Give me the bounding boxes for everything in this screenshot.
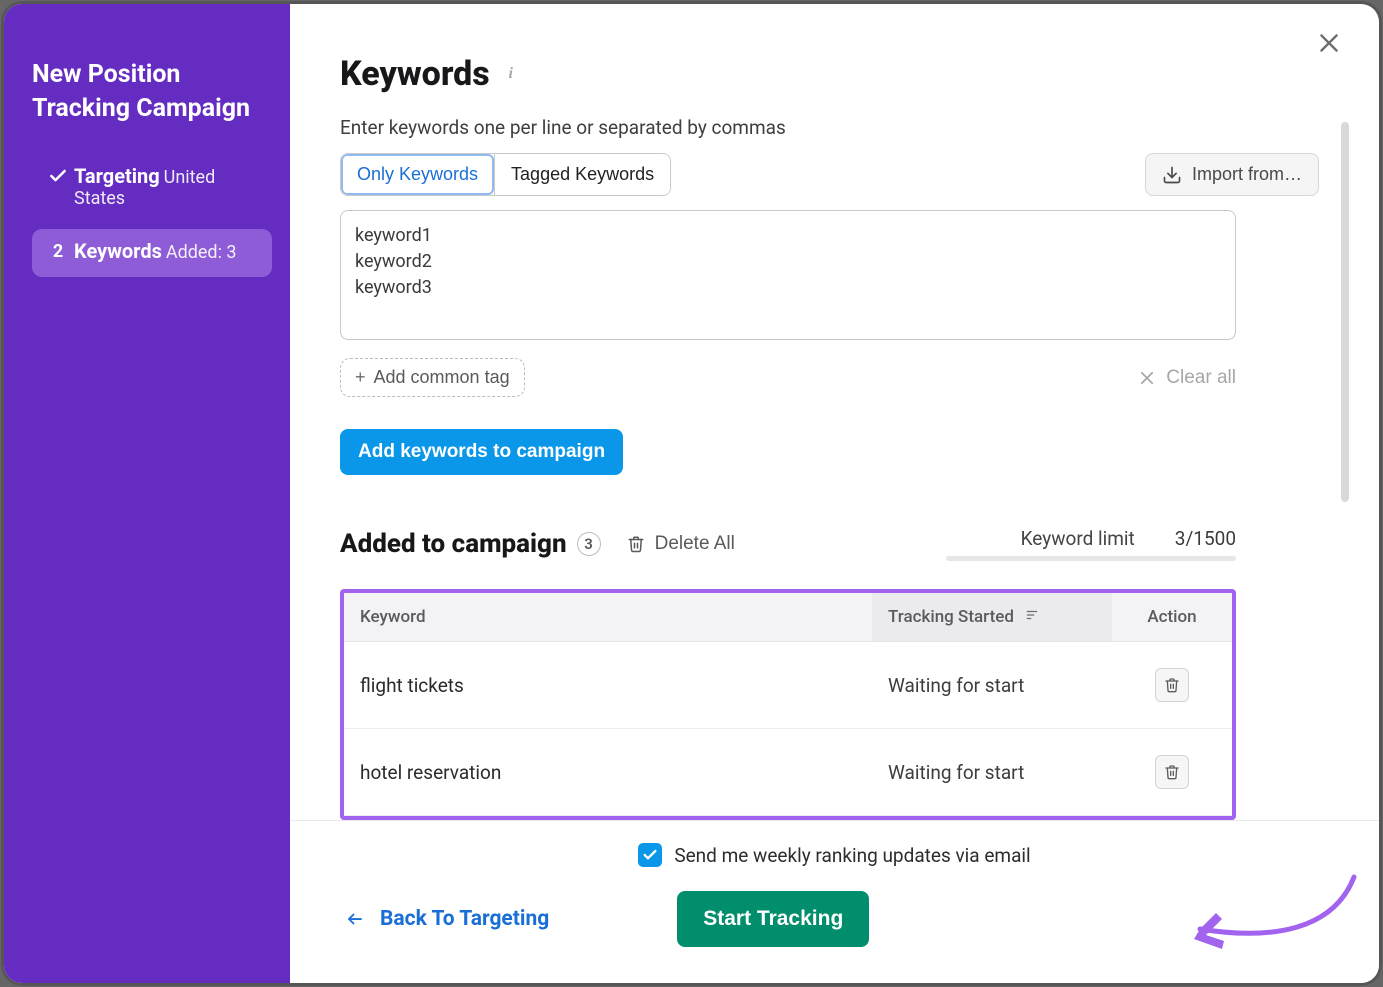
sort-desc-icon [1024, 607, 1040, 627]
delete-all-label: Delete All [655, 533, 735, 555]
col-keyword[interactable]: Keyword [344, 593, 872, 642]
row-delete-button[interactable] [1155, 755, 1189, 789]
page-title-text: Keywords [340, 54, 490, 94]
trash-icon [1164, 763, 1180, 781]
page-title: Keywords i [340, 54, 1319, 94]
trash-icon [627, 534, 645, 554]
download-icon [1162, 165, 1182, 185]
step-keywords[interactable]: 2 Keywords Added: 3 [32, 229, 272, 277]
keywords-textarea[interactable] [340, 210, 1236, 340]
close-icon [1138, 369, 1156, 387]
table-row: flight ticketsWaiting for start [344, 642, 1232, 729]
add-keywords-button[interactable]: Add keywords to campaign [340, 429, 623, 475]
info-icon[interactable]: i [502, 65, 520, 83]
cell-keyword: flight tickets [344, 642, 872, 729]
cell-keyword: hotel reservation [344, 729, 872, 816]
plus-icon: + [355, 367, 366, 388]
add-tag-label: Add common tag [374, 367, 510, 388]
keyword-mode-toggle: Only Keywords Tagged Keywords [340, 153, 671, 196]
helper-text: Enter keywords one per line or separated… [340, 116, 1319, 139]
added-title: Added to campaign 3 [340, 529, 601, 559]
back-to-targeting-link[interactable]: Back To Targeting [344, 907, 549, 931]
tab-only-keywords[interactable]: Only Keywords [341, 154, 494, 195]
check-icon [42, 164, 74, 186]
main-panel: Keywords i Enter keywords one per line o… [290, 4, 1379, 983]
delete-all-button[interactable]: Delete All [627, 533, 735, 555]
col-action: Action [1112, 593, 1232, 642]
check-icon [642, 847, 658, 863]
modal: New Position Tracking Campaign Targeting… [4, 4, 1379, 983]
import-button[interactable]: Import from… [1145, 153, 1319, 196]
back-label: Back To Targeting [380, 907, 549, 931]
sidebar-title: New Position Tracking Campaign [32, 58, 272, 126]
start-tracking-button[interactable]: Start Tracking [677, 891, 869, 947]
step-targeting[interactable]: Targeting United States [32, 154, 272, 223]
step-number: 2 [42, 239, 74, 262]
row-delete-button[interactable] [1155, 668, 1189, 702]
cell-tracking: Waiting for start [872, 729, 1112, 816]
col-tracking[interactable]: Tracking Started [872, 593, 1112, 642]
keyword-limit-label: Keyword limit [1021, 527, 1135, 550]
add-tag-button[interactable]: + Add common tag [340, 358, 525, 397]
weekly-checkbox[interactable] [638, 843, 662, 867]
trash-icon [1164, 676, 1180, 694]
step-label: Keywords [74, 239, 162, 263]
clear-all-label: Clear all [1166, 367, 1236, 389]
import-label: Import from… [1192, 164, 1302, 185]
wizard-sidebar: New Position Tracking Campaign Targeting… [4, 4, 290, 983]
clear-all-button[interactable]: Clear all [1138, 367, 1236, 389]
arrow-left-icon [344, 910, 366, 928]
keywords-table-highlight: Keyword Tracking Started Action flight t… [340, 589, 1236, 820]
table-row: hotel reservationWaiting for start [344, 729, 1232, 816]
keyword-limit: Keyword limit 3/1500 [946, 527, 1236, 561]
step-sub: Added: 3 [166, 242, 237, 263]
cell-tracking: Waiting for start [872, 642, 1112, 729]
col-tracking-label: Tracking Started [888, 607, 1014, 627]
keywords-table: Keyword Tracking Started Action flight t… [344, 593, 1232, 816]
weekly-label: Send me weekly ranking updates via email [674, 844, 1030, 867]
added-count-badge: 3 [577, 532, 601, 556]
step-label: Targeting [74, 164, 160, 188]
keyword-limit-bar [946, 556, 1236, 561]
tab-tagged-keywords[interactable]: Tagged Keywords [494, 154, 670, 195]
added-title-text: Added to campaign [340, 529, 567, 559]
keyword-limit-value: 3/1500 [1175, 527, 1236, 550]
scrollbar[interactable] [1341, 122, 1349, 502]
footer: Send me weekly ranking updates via email… [290, 820, 1379, 983]
